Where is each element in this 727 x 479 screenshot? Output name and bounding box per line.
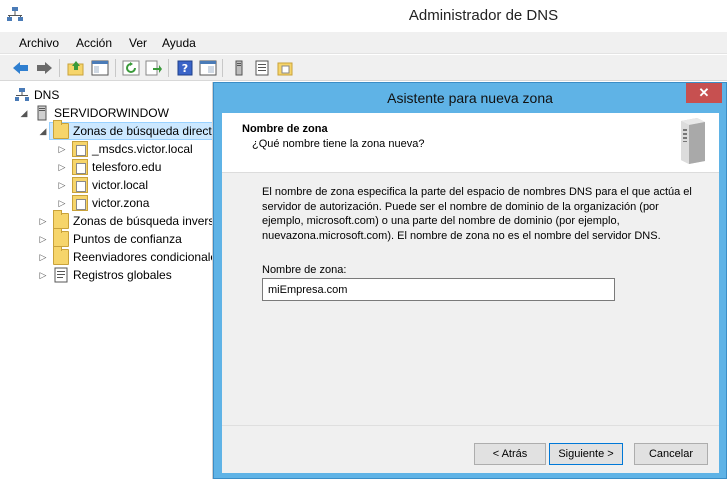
back-arrow-icon[interactable] [11, 58, 31, 78]
window-title: Administrador de DNS [408, 7, 559, 24]
close-button[interactable]: ✕ [686, 83, 722, 103]
tree-label: victor.local [92, 178, 149, 192]
up-folder-icon[interactable] [66, 58, 86, 78]
menu-ayuda[interactable]: Ayuda [162, 36, 196, 50]
tree-label: _msdcs.victor.local [92, 142, 193, 156]
server-icon [37, 105, 47, 121]
list-icon[interactable] [252, 58, 272, 78]
tree-node-forward-zones[interactable]: ◢ Zonas de búsqueda directa [37, 120, 213, 140]
zone-icon [72, 195, 88, 211]
wizard-page-title: Nombre de zona [242, 123, 328, 135]
expand-arrow-icon[interactable]: ▷ [56, 179, 68, 191]
toolbar: ? [0, 55, 727, 81]
console-tree: DNS ◢ SERVIDORWINDOW ◢ Zonas de búsqueda… [0, 82, 213, 479]
wizard-footer: < Atrás Siguiente > Cancelar [222, 425, 719, 473]
properties-icon[interactable] [198, 58, 218, 78]
tree-node-server[interactable]: ◢ SERVIDORWINDOW [18, 104, 169, 122]
cancel-button[interactable]: Cancelar [634, 443, 708, 465]
tree-label: DNS [34, 88, 60, 102]
dialog-title-bar: Asistente para nueva zona ✕ [214, 83, 726, 113]
folder-icon [53, 228, 69, 247]
menu-bar: Archivo Acción Ver Ayuda [0, 32, 727, 54]
tree-node-reverse-zones[interactable]: ▷ Zonas de búsqueda inversa [37, 210, 213, 230]
tree-node-dns[interactable]: DNS [14, 86, 59, 104]
expand-arrow-icon[interactable]: ▷ [56, 143, 68, 155]
tree-label: Zonas de búsqueda directa [73, 124, 213, 138]
tree-node-global-logs[interactable]: ▷ Registros globales [37, 266, 172, 284]
collapse-arrow-icon[interactable]: ◢ [37, 125, 49, 137]
tree-label: SERVIDORWINDOW [54, 106, 169, 120]
expand-arrow-icon[interactable]: ▷ [37, 251, 49, 263]
forward-arrow-icon[interactable] [34, 58, 54, 78]
tree-label: telesforo.edu [92, 160, 162, 174]
wizard-header: Nombre de zona ¿Qué nombre tiene la zona… [222, 113, 719, 173]
dialog-title: Asistente para nueva zona [387, 90, 553, 106]
tree-label: Zonas de búsqueda inversa [73, 214, 213, 228]
svg-text:?: ? [182, 62, 188, 75]
collapse-arrow-icon[interactable]: ◢ [18, 107, 30, 119]
tree-label: Reenviadores condicionales [73, 250, 213, 264]
zone-icon [72, 159, 88, 175]
folder-icon [53, 120, 69, 139]
folder-icon [53, 210, 69, 229]
tree-node-forwarders[interactable]: ▷ Reenviadores condicionales [37, 246, 213, 266]
refresh-icon[interactable] [121, 58, 141, 78]
zone-name-label: Nombre de zona: [262, 264, 347, 276]
expand-arrow-icon[interactable]: ▷ [37, 233, 49, 245]
new-zone-wizard-dialog: Asistente para nueva zona ✕ Nombre de zo… [213, 82, 727, 479]
tree-node-zone[interactable]: ▷ victor.zona [56, 194, 149, 212]
server-icon[interactable] [229, 58, 249, 78]
zone-icon [72, 141, 88, 157]
tree-node-zone[interactable]: ▷ telesforo.edu [56, 158, 161, 176]
title-bar: Administrador de DNS [0, 0, 727, 32]
log-icon [54, 267, 68, 283]
dialog-body: Nombre de zona ¿Qué nombre tiene la zona… [222, 113, 719, 473]
tree-label: Puntos de confianza [73, 232, 182, 246]
expand-arrow-icon[interactable]: ▷ [37, 215, 49, 227]
tree-node-zone[interactable]: ▷ victor.local [56, 176, 148, 194]
tree-node-zone[interactable]: ▷ _msdcs.victor.local [56, 140, 193, 158]
show-hide-tree-icon[interactable] [90, 58, 110, 78]
menu-archivo[interactable]: Archivo [19, 36, 59, 50]
wizard-description: El nombre de zona especifica la parte de… [262, 186, 692, 242]
next-button[interactable]: Siguiente > [549, 443, 623, 465]
export-icon[interactable] [144, 58, 164, 78]
menu-ver[interactable]: Ver [129, 36, 147, 50]
server-tower-icon [681, 118, 705, 164]
tree-label: victor.zona [92, 196, 150, 210]
menu-accion[interactable]: Acción [76, 36, 112, 50]
zone-name-input[interactable] [262, 278, 615, 301]
expand-arrow-icon[interactable]: ▷ [37, 269, 49, 281]
expand-arrow-icon[interactable]: ▷ [56, 161, 68, 173]
back-button[interactable]: < Atrás [474, 443, 546, 465]
help-icon[interactable]: ? [175, 58, 195, 78]
dns-icon [15, 88, 29, 101]
expand-arrow-icon[interactable]: ▷ [56, 197, 68, 209]
folder-zone-icon[interactable] [275, 58, 295, 78]
tree-label: Registros globales [73, 268, 172, 282]
folder-icon [53, 246, 69, 265]
dns-manager-window: Administrador de DNS Archivo Acción Ver … [0, 0, 727, 479]
wizard-page-subtitle: ¿Qué nombre tiene la zona nueva? [252, 138, 425, 150]
zone-icon [72, 177, 88, 193]
